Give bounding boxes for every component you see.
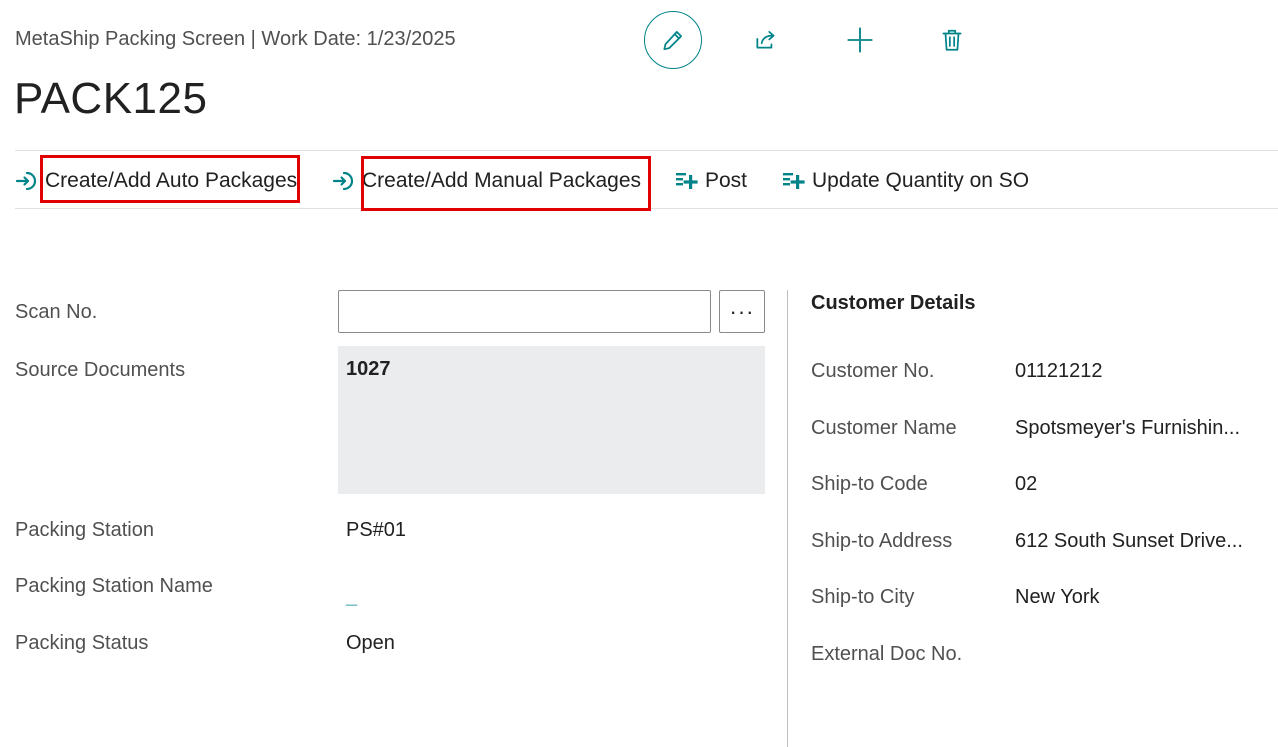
- ship-to-city-label: Ship-to City: [811, 586, 915, 608]
- action-label: Update Quantity on SO: [812, 168, 1030, 192]
- action-label: Create/Add Auto Packages: [45, 168, 298, 192]
- packing-status-value: Open: [346, 632, 395, 654]
- packing-station-name-label: Packing Station Name: [15, 575, 213, 597]
- external-doc-no-label: External Doc No.: [811, 643, 963, 665]
- action-label: Create/Add Manual Packages: [362, 168, 641, 192]
- scan-no-input[interactable]: [338, 290, 711, 333]
- ship-to-code-value: 02: [1015, 473, 1038, 495]
- share-icon: [756, 31, 775, 49]
- post-icon: [676, 172, 698, 189]
- ship-to-city-value: New York: [1015, 586, 1100, 608]
- delete-button[interactable]: [923, 11, 981, 69]
- scan-no-lookup-button[interactable]: ···: [719, 290, 765, 333]
- update-quantity-on-so-action[interactable]: Update Quantity on SO: [782, 151, 1029, 210]
- customer-no-value: 01121212: [1015, 360, 1103, 382]
- customer-no-label: Customer No.: [811, 360, 935, 382]
- packing-station-name-value[interactable]: _: [346, 586, 357, 609]
- create-auto-packages-action[interactable]: Create/Add Auto Packages: [15, 151, 297, 210]
- action-label: Post: [705, 168, 748, 192]
- share-button[interactable]: [737, 11, 795, 69]
- packing-status-label: Packing Status: [15, 632, 149, 654]
- source-documents-field: 1027: [338, 346, 765, 494]
- source-document-value: 1027: [346, 358, 391, 380]
- arrow-into-icon: [15, 171, 37, 190]
- scan-no-label: Scan No.: [15, 301, 98, 323]
- trash-icon: [942, 29, 962, 51]
- customer-name-label: Customer Name: [811, 417, 957, 439]
- packing-station-label: Packing Station: [15, 519, 154, 541]
- post-action[interactable]: Post: [675, 151, 747, 210]
- pencil-icon: [663, 31, 682, 51]
- customer-details-title: Customer Details: [811, 292, 976, 314]
- plus-icon: [847, 27, 873, 53]
- breadcrumb: MetaShip Packing Screen | Work Date: 1/2…: [15, 28, 456, 50]
- source-documents-label: Source Documents: [15, 359, 186, 381]
- action-bar: Create/Add Auto Packages Create/Add Manu…: [15, 150, 1278, 209]
- customer-name-value: Spotsmeyer's Furnishin...: [1015, 417, 1241, 439]
- ship-to-address-value: 612 South Sunset Drive...: [1015, 530, 1243, 552]
- arrow-into-icon: [332, 171, 354, 190]
- section-divider: [787, 290, 788, 747]
- new-button[interactable]: [831, 11, 889, 69]
- page-title: PACK125: [14, 74, 208, 123]
- edit-button[interactable]: [644, 11, 702, 69]
- post-icon: [783, 172, 805, 189]
- ship-to-address-label: Ship-to Address: [811, 530, 953, 552]
- create-manual-packages-action[interactable]: Create/Add Manual Packages: [332, 151, 641, 210]
- packing-station-value[interactable]: PS#01: [346, 519, 406, 542]
- ship-to-code-label: Ship-to Code: [811, 473, 928, 495]
